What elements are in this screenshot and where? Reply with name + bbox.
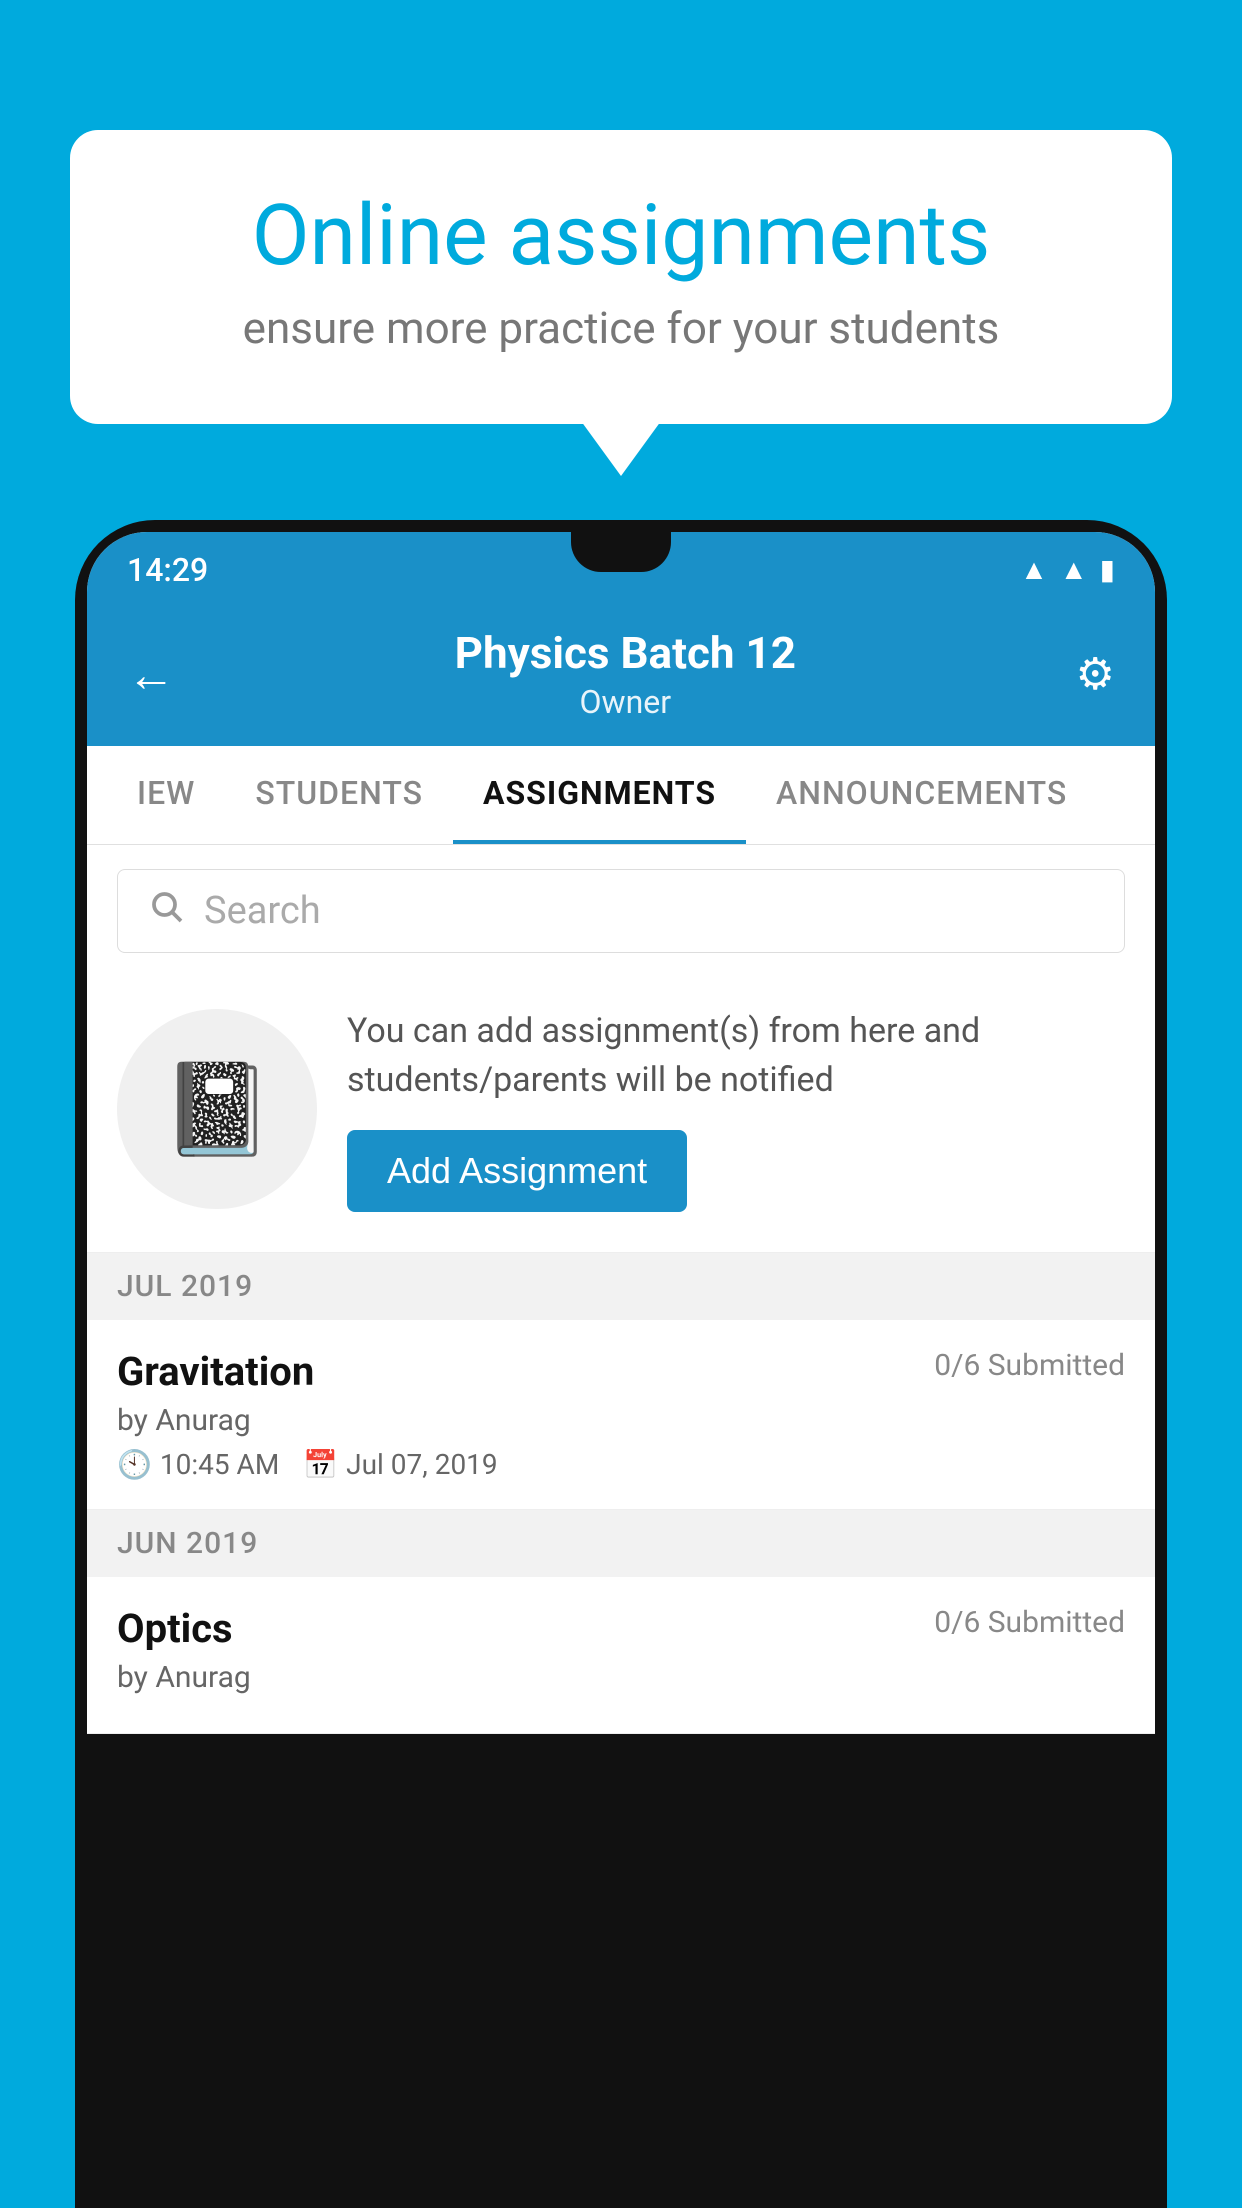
search-input[interactable]: Search bbox=[117, 869, 1125, 953]
meta-date: 📅 Jul 07, 2019 bbox=[303, 1448, 497, 1481]
clock-icon: 🕙 bbox=[117, 1448, 152, 1481]
status-icons: ▲ ▲ ▮ bbox=[1020, 553, 1115, 586]
assignment-card-desc: You can add assignment(s) from here and … bbox=[347, 1007, 1125, 1106]
header-center: Physics Batch 12 Owner bbox=[175, 627, 1076, 721]
assignment-name-gravitation: Gravitation bbox=[117, 1348, 314, 1395]
add-assignment-card: 📓 You can add assignment(s) from here an… bbox=[87, 977, 1155, 1253]
tab-assignments[interactable]: ASSIGNMENTS bbox=[453, 746, 746, 844]
wifi-icon: ▲ bbox=[1020, 553, 1048, 586]
gear-icon[interactable]: ⚙ bbox=[1076, 648, 1115, 700]
notebook-icon: 📓 bbox=[161, 1057, 273, 1162]
bubble-subtitle: ensure more practice for your students bbox=[140, 302, 1102, 354]
assignment-by-optics: by Anurag bbox=[117, 1660, 1125, 1695]
back-button[interactable]: ← bbox=[127, 646, 175, 703]
assignment-item-top-optics: Optics 0/6 Submitted bbox=[117, 1605, 1125, 1652]
header-subtitle: Owner bbox=[175, 683, 1076, 721]
app-header: ← Physics Batch 12 Owner ⚙ bbox=[87, 607, 1155, 746]
search-icon bbox=[148, 888, 184, 934]
status-bar: 14:29 ▲ ▲ ▮ bbox=[87, 532, 1155, 607]
bubble-title: Online assignments bbox=[140, 190, 1102, 282]
search-placeholder: Search bbox=[204, 889, 321, 933]
tabs-bar: IEW STUDENTS ASSIGNMENTS ANNOUNCEMENTS bbox=[87, 746, 1155, 845]
speech-bubble: Online assignments ensure more practice … bbox=[70, 130, 1172, 424]
assignment-item-top: Gravitation 0/6 Submitted bbox=[117, 1348, 1125, 1395]
battery-icon: ▮ bbox=[1100, 553, 1115, 586]
assignment-time: 10:45 AM bbox=[160, 1448, 279, 1481]
assignment-card-text: You can add assignment(s) from here and … bbox=[347, 1007, 1125, 1212]
phone-screen: 14:29 ▲ ▲ ▮ ← Physics Batch 12 Owner ⚙ I… bbox=[87, 532, 1155, 1734]
meta-time: 🕙 10:45 AM bbox=[117, 1448, 279, 1481]
assignment-item-optics[interactable]: Optics 0/6 Submitted by Anurag bbox=[87, 1577, 1155, 1734]
notch bbox=[571, 532, 671, 572]
signal-icon: ▲ bbox=[1060, 553, 1088, 586]
calendar-icon: 📅 bbox=[303, 1448, 338, 1481]
tab-announcements[interactable]: ANNOUNCEMENTS bbox=[746, 746, 1097, 844]
add-assignment-button[interactable]: Add Assignment bbox=[347, 1130, 687, 1212]
assignment-submitted-gravitation: 0/6 Submitted bbox=[934, 1348, 1125, 1383]
assignment-icon-circle: 📓 bbox=[117, 1009, 317, 1209]
assignment-name-optics: Optics bbox=[117, 1605, 233, 1652]
search-bar: Search bbox=[87, 845, 1155, 977]
month-section-jun: JUN 2019 bbox=[87, 1510, 1155, 1577]
assignment-by-gravitation: by Anurag bbox=[117, 1403, 1125, 1438]
assignment-meta-gravitation: 🕙 10:45 AM 📅 Jul 07, 2019 bbox=[117, 1448, 1125, 1481]
assignment-item-gravitation[interactable]: Gravitation 0/6 Submitted by Anurag 🕙 10… bbox=[87, 1320, 1155, 1510]
speech-bubble-container: Online assignments ensure more practice … bbox=[70, 130, 1172, 424]
month-label-jul: JUL 2019 bbox=[117, 1269, 253, 1304]
header-title: Physics Batch 12 bbox=[175, 627, 1076, 679]
assignment-submitted-optics: 0/6 Submitted bbox=[934, 1605, 1125, 1640]
tab-iew[interactable]: IEW bbox=[107, 746, 225, 844]
tab-students[interactable]: STUDENTS bbox=[225, 746, 453, 844]
month-label-jun: JUN 2019 bbox=[117, 1526, 258, 1561]
month-section-jul: JUL 2019 bbox=[87, 1253, 1155, 1320]
status-time: 14:29 bbox=[127, 551, 208, 589]
phone-frame: 14:29 ▲ ▲ ▮ ← Physics Batch 12 Owner ⚙ I… bbox=[75, 520, 1167, 2208]
assignment-date: Jul 07, 2019 bbox=[346, 1448, 498, 1481]
